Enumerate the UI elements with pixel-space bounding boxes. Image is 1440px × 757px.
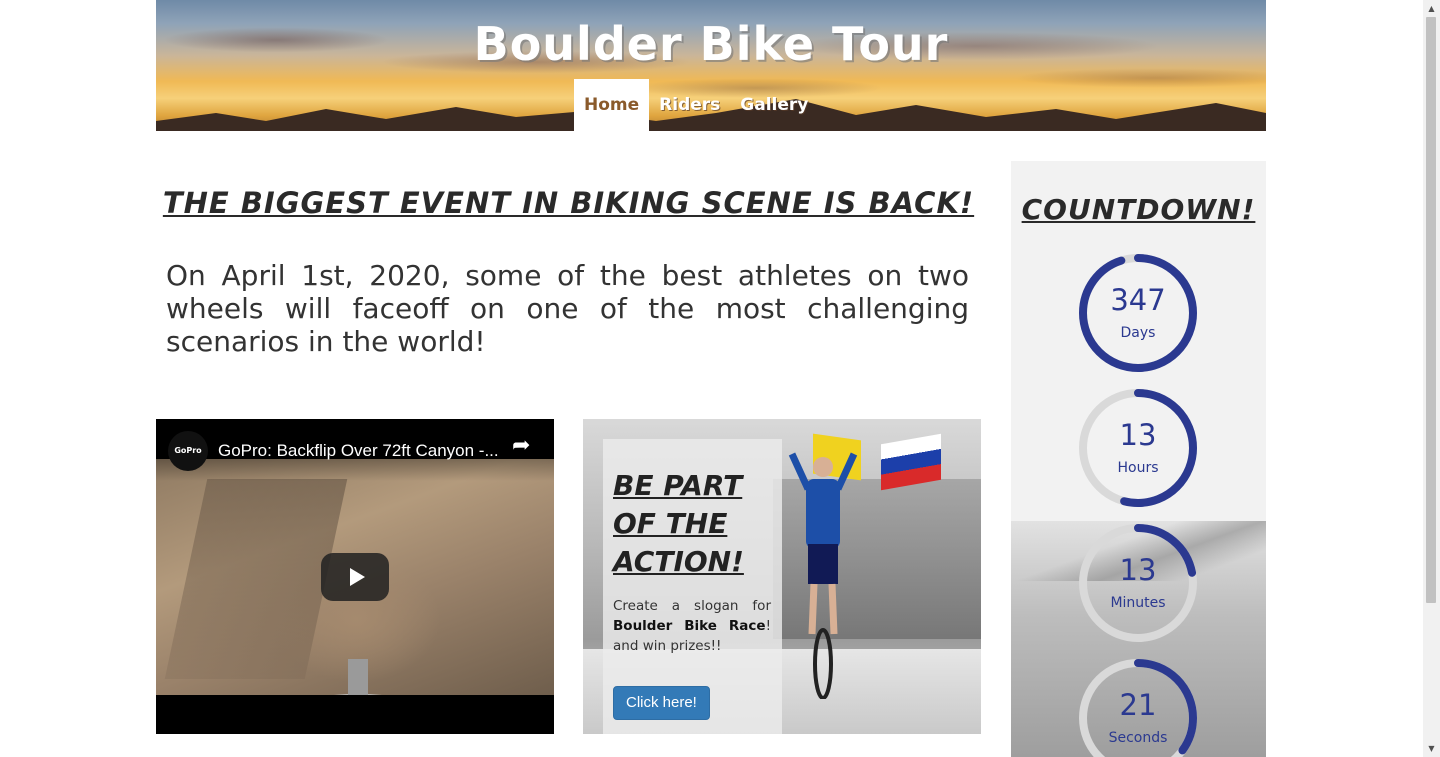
promo-card: Be Part of the Action! Create a slogan f… <box>583 419 981 734</box>
nav-item-gallery[interactable]: Gallery <box>730 79 818 131</box>
promo-text-bold: Boulder Bike Race <box>613 618 766 634</box>
share-icon[interactable]: ➦ <box>512 433 530 458</box>
header-banner: Boulder Bike Tour Home Riders Gallery <box>156 0 1266 131</box>
canyon-ridge <box>164 479 348 679</box>
countdown-hours: 13 Hours <box>1078 388 1198 508</box>
click-here-button[interactable]: Click here! <box>613 686 710 720</box>
video-embed[interactable]: GoPro GoPro: Backflip Over 72ft Canyon -… <box>156 419 554 734</box>
nav-item-riders[interactable]: Riders <box>649 79 730 131</box>
countdown-minutes-label: Minutes <box>1110 595 1166 611</box>
channel-avatar[interactable]: GoPro <box>168 431 208 471</box>
promo-text-before: Create a slogan for <box>613 598 771 614</box>
countdown-title: Countdown! <box>1021 193 1256 226</box>
countdown-minutes: 13 Minutes <box>1078 523 1198 643</box>
main-nav: Home Riders Gallery <box>574 79 818 131</box>
site-brand[interactable]: Boulder Bike Tour <box>156 14 1266 74</box>
countdown-sidebar: Countdown! 347 Days 13 Hours 13 Minutes … <box>1011 161 1266 757</box>
promo-panel: Be Part of the Action! Create a slogan f… <box>603 439 782 734</box>
cyclist-photo <box>788 452 858 699</box>
countdown-minutes-value: 13 <box>1119 553 1157 587</box>
page-scrollbar[interactable]: ▲ ▼ <box>1423 0 1440 757</box>
countdown-seconds-value: 21 <box>1119 688 1157 722</box>
scrollbar-thumb[interactable] <box>1426 17 1436 603</box>
countdown-days: 347 Days <box>1078 253 1198 373</box>
promo-text: Create a slogan for Boulder Bike Race! a… <box>613 596 771 656</box>
intro-text: On April 1st, 2020, some of the best ath… <box>166 259 969 358</box>
page-headline: The Biggest Event in Biking Scene is Bac… <box>162 186 975 220</box>
countdown-seconds-label: Seconds <box>1108 730 1168 746</box>
video-bottom-bar <box>156 695 554 734</box>
countdown-hours-value: 13 <box>1119 418 1157 452</box>
play-icon[interactable] <box>321 553 389 601</box>
countdown-days-value: 347 <box>1110 283 1166 317</box>
nav-item-home[interactable]: Home <box>574 79 650 131</box>
countdown-seconds: 21 Seconds <box>1078 658 1198 757</box>
handlebar-graphic <box>334 659 382 695</box>
countdown-days-label: Days <box>1120 325 1156 341</box>
scroll-up-icon[interactable]: ▲ <box>1423 0 1440 17</box>
scroll-down-icon[interactable]: ▼ <box>1423 740 1440 757</box>
countdown-hours-label: Hours <box>1117 460 1159 476</box>
promo-title: Be Part of the Action! <box>613 469 744 578</box>
video-title[interactable]: GoPro: Backflip Over 72ft Canyon -... <box>218 441 499 461</box>
